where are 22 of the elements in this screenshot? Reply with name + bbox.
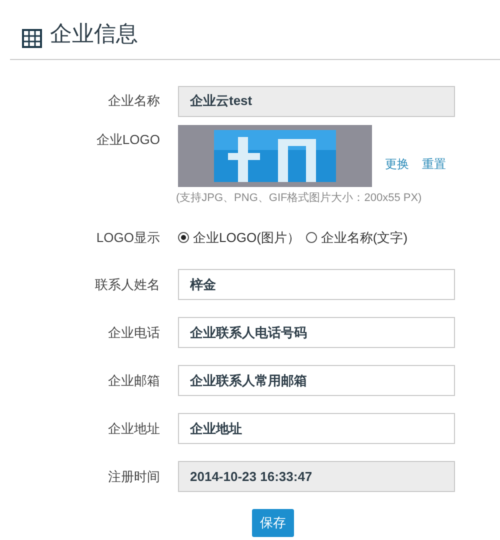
field-label: 企业邮箱 <box>107 372 160 390</box>
logo-hint: (支持JPG、PNG、GIF格式图片大小：200x55 PX) <box>176 191 423 206</box>
input-field[interactable]: 企业联系人常用邮箱 <box>178 365 455 396</box>
radio-label: 企业名称(文字) <box>320 228 408 247</box>
field-label: LOGO显示 <box>95 228 160 247</box>
radio-button[interactable] <box>178 232 189 243</box>
radio-label: 企业LOGO(图片） <box>193 228 300 247</box>
input-field[interactable]: 企业联系人电话号码 <box>178 317 455 348</box>
grid-icon <box>22 28 42 48</box>
logo-link[interactable]: 重置 <box>422 155 446 173</box>
field-label: 企业LOGO <box>95 131 160 149</box>
input-field[interactable]: 企业地址 <box>178 413 455 444</box>
field-label: 企业地址 <box>107 420 160 438</box>
field-label: 企业名称 <box>107 92 160 110</box>
page-title: 企业信息 <box>50 21 138 49</box>
field-label: 注册时间 <box>107 468 160 486</box>
field-label: 联系人姓名 <box>94 276 160 294</box>
input-field[interactable]: 梓金 <box>178 269 455 300</box>
radio-button[interactable] <box>306 232 317 243</box>
save-button[interactable]: 保存 <box>252 508 294 536</box>
logo-link[interactable]: 更换 <box>385 155 409 173</box>
field-label: 企业电话 <box>107 324 160 342</box>
